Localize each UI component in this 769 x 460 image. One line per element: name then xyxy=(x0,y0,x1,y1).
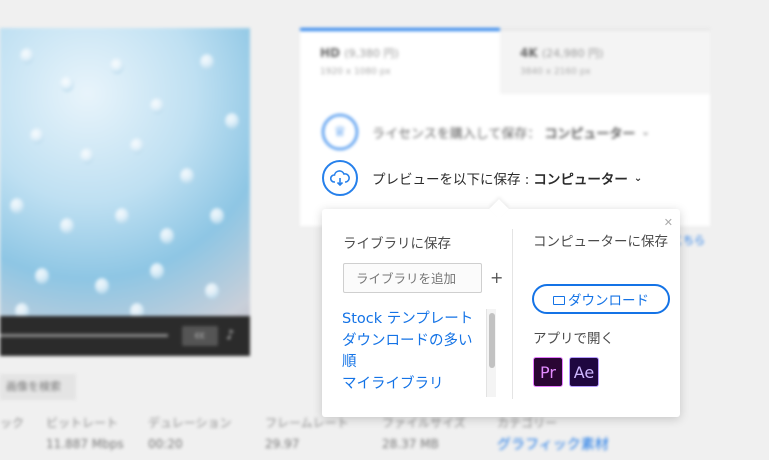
scrollbar-thumb[interactable] xyxy=(489,313,495,368)
metadata-duration: デュレーション 00:20 xyxy=(148,414,232,451)
water-drop xyxy=(205,283,219,299)
library-scrollbar[interactable] xyxy=(486,309,496,397)
progress-bar[interactable] xyxy=(0,334,168,337)
license-save-row[interactable]: ♕ ライセンスを購入して保存： コンピューター ⌄ xyxy=(322,114,650,150)
metadata-bitrate: ビットレート 11.887 Mbps xyxy=(46,414,124,451)
water-drop xyxy=(225,113,239,129)
close-icon[interactable]: ✕ xyxy=(664,217,673,228)
preview-save-label: プレビューを以下に保存 : xyxy=(372,172,530,188)
find-similar-button[interactable]: 画像を検索 xyxy=(0,374,76,400)
chevron-down-icon[interactable]: ⌄ xyxy=(634,173,642,184)
water-drop xyxy=(150,263,164,279)
video-controls: cc ♪ xyxy=(0,316,250,356)
tab-name: HD xyxy=(320,46,341,60)
library-item-most-downloaded-cont[interactable]: 順 xyxy=(342,352,492,374)
meta-value: 11.887 Mbps xyxy=(46,437,124,451)
open-in-app-title: アプリで開く xyxy=(533,331,614,347)
tab-size: 1920 x 1080 px xyxy=(320,67,391,77)
water-drop xyxy=(115,208,129,224)
water-drop xyxy=(10,198,24,214)
preview-save-row[interactable]: プレビューを以下に保存 : コンピューター ⌄ xyxy=(322,160,642,196)
water-drop xyxy=(80,148,94,164)
tab-name: 4K xyxy=(520,46,538,60)
meta-value: 29.97 xyxy=(265,437,300,451)
cloud-svg xyxy=(330,170,350,186)
after-effects-app-icon[interactable]: Ae xyxy=(569,357,599,387)
meta-label: デュレーション xyxy=(148,416,232,430)
crown-icon: ♕ xyxy=(322,114,358,150)
meta-label: ック xyxy=(0,416,25,430)
water-drop xyxy=(95,278,109,294)
water-drop xyxy=(20,48,34,64)
metadata-filesize: ファイルサイズ 28.37 MB xyxy=(382,414,466,451)
library-list: Stock テンプレート ダウンロードの多い 順 マイライブラリ xyxy=(342,309,492,395)
cloud-download-icon xyxy=(322,160,358,196)
meta-value: 00:20 xyxy=(148,437,183,451)
metadata-format: ック xyxy=(0,414,24,437)
tab-price: (24,980 円) xyxy=(541,47,604,60)
license-save-label: ライセンスを購入して保存： xyxy=(372,126,541,142)
metadata-framerate: フレームレート 29.97 xyxy=(265,414,349,451)
water-drop xyxy=(60,218,74,234)
download-label: ダウンロード xyxy=(568,293,649,309)
save-popover: ✕ ライブラリに保存 + Stock テンプレート ダウンロードの多い 順 マイ… xyxy=(322,199,680,417)
column-divider xyxy=(512,229,513,399)
tab-size: 3840 x 2160 px xyxy=(520,67,591,77)
water-drop xyxy=(30,128,44,144)
water-drop xyxy=(210,208,224,224)
water-drop xyxy=(35,268,49,284)
tab-4k[interactable]: 4K (24,980 円) 3840 x 2160 px xyxy=(500,28,710,94)
library-section-title: ライブラリに保存 xyxy=(343,236,451,252)
water-drop xyxy=(130,138,144,154)
download-button[interactable]: ダウンロード xyxy=(532,284,670,314)
premiere-pro-app-icon[interactable]: Pr xyxy=(533,357,563,387)
volume-icon[interactable]: ♪ xyxy=(226,328,242,344)
category-link[interactable]: グラフィック素材 xyxy=(497,434,609,454)
water-drop xyxy=(200,54,214,70)
water-drop xyxy=(150,98,164,114)
preview-target-dropdown[interactable]: コンピューター xyxy=(533,168,628,188)
library-item-stock-templates[interactable]: Stock テンプレート xyxy=(342,309,492,331)
monitor-icon xyxy=(553,295,565,305)
water-drop xyxy=(110,58,124,74)
license-target: コンピューター xyxy=(544,126,636,142)
license-panel: HD (9,380 円) 1920 x 1080 px 4K (24,980 円… xyxy=(300,28,710,226)
meta-label: ビットレート xyxy=(46,416,119,430)
metadata-category: カテゴリー グラフィック素材 xyxy=(497,414,609,454)
add-library-input[interactable] xyxy=(343,263,482,293)
water-drop xyxy=(180,168,194,184)
meta-value: 28.37 MB xyxy=(382,437,439,451)
library-item-my-library[interactable]: マイライブラリ xyxy=(342,374,492,396)
video-preview[interactable] xyxy=(0,28,250,356)
captions-button[interactable]: cc xyxy=(182,326,218,346)
chevron-down-icon: ⌄ xyxy=(641,126,650,138)
add-library-plus-icon[interactable]: + xyxy=(490,268,503,287)
water-drop xyxy=(60,76,74,92)
library-item-most-downloaded[interactable]: ダウンロードの多い xyxy=(342,331,492,353)
computer-section-title: コンピューターに保存 xyxy=(533,234,668,250)
tab-price: (9,380 円) xyxy=(344,47,399,60)
water-drop xyxy=(160,228,174,244)
tab-hd[interactable]: HD (9,380 円) 1920 x 1080 px xyxy=(300,28,500,94)
